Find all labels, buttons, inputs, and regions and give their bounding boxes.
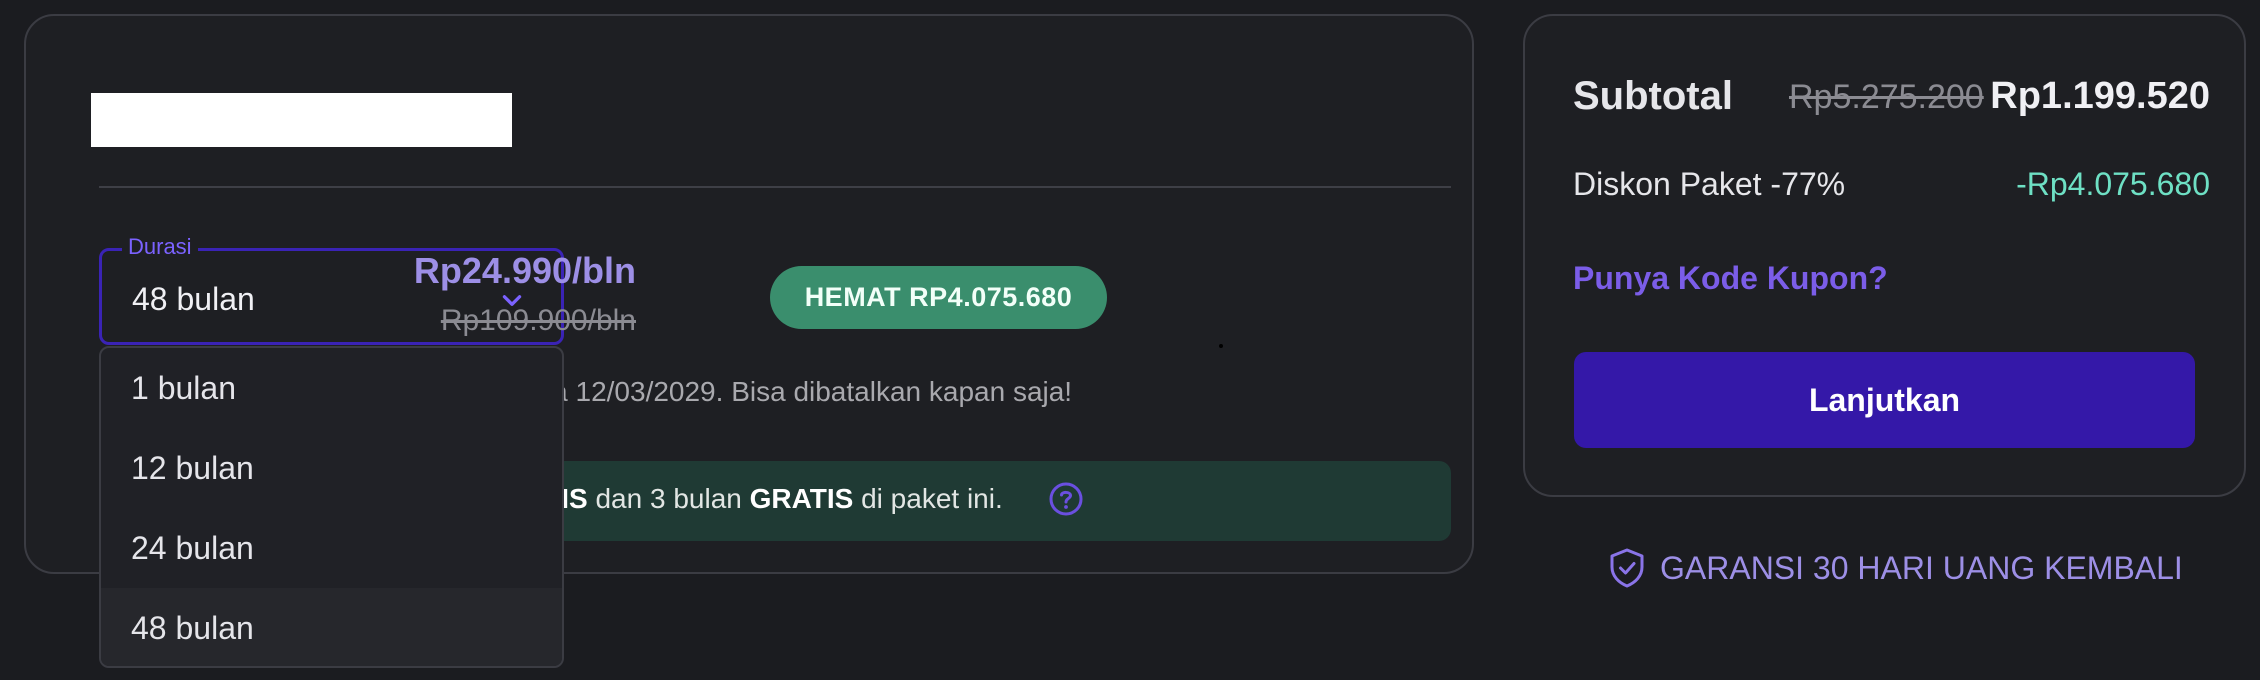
divider [99, 186, 1451, 188]
savings-badge: HEMAT RP4.075.680 [770, 266, 1107, 329]
promo-bold-2: GRATIS [749, 483, 854, 514]
renewal-note: ada 12/03/2029. Bisa dibatalkan kapan sa… [521, 376, 1073, 407]
plan-card: Durasi 48 bulan HEMAT RP4.075.680 Rp24.9… [24, 14, 1474, 668]
promo-banner: ATIS dan 3 bulan GRATIS di paket ini. [526, 461, 1451, 541]
shield-check-icon [1610, 548, 1644, 588]
promo-text-3: di paket ini. [853, 483, 1003, 514]
duration-option-12[interactable]: 12 bulan [101, 428, 562, 508]
duration-dropdown: 1 bulan 12 bulan 24 bulan 48 bulan [99, 346, 564, 668]
duration-label: Durasi [122, 234, 198, 260]
duration-option-1[interactable]: 1 bulan [101, 348, 562, 428]
duration-option-24[interactable]: 24 bulan [101, 508, 562, 588]
duration-option-48[interactable]: 48 bulan [101, 588, 562, 666]
promo-text: ATIS dan 3 bulan GRATIS di paket ini. [526, 483, 1003, 515]
promo-text-2: dan 3 bulan [587, 483, 750, 514]
discount-value: -Rp4.075.680 [2016, 166, 2210, 202]
redacted-title [91, 93, 512, 147]
duration-selected-value: 48 bulan [132, 281, 255, 317]
subtotal-total: Rp1.199.520 [1990, 75, 2210, 117]
discount-label: Diskon Paket -77% [1573, 166, 1846, 202]
dot [1219, 344, 1223, 348]
price-per-month: Rp24.990/bln [413, 250, 636, 291]
coupon-link[interactable]: Punya Kode Kupon? [1573, 260, 1888, 297]
subtotal-label: Subtotal [1573, 74, 1733, 118]
subtotal-original-price: Rp5.275.200 [1789, 78, 1984, 116]
original-price: Rp109.900/bln [440, 304, 636, 337]
continue-button[interactable]: Lanjutkan [1574, 352, 2195, 448]
order-summary-card: Subtotal Rp5.275.200 Rp1.199.520 Diskon … [1523, 14, 2246, 497]
money-back-guarantee: GARANSI 30 HARI UANG KEMBALI [1608, 546, 2183, 590]
guarantee-text: GARANSI 30 HARI UANG KEMBALI [1660, 549, 2183, 586]
question-circle-icon[interactable] [1048, 481, 1084, 517]
